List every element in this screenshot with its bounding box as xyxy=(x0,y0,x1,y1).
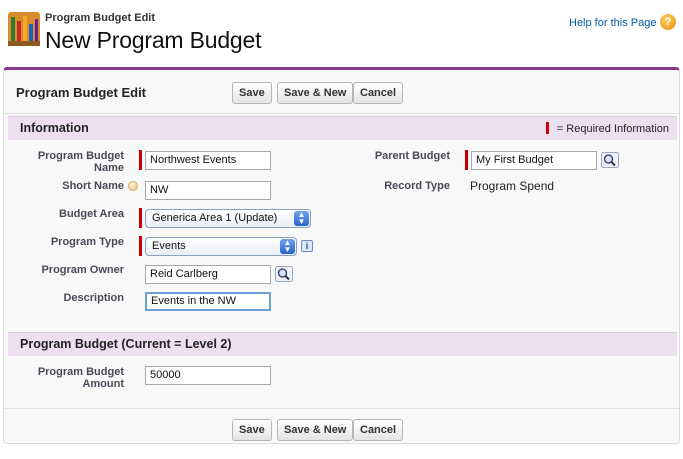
budget-area-label: Budget Area xyxy=(59,208,124,220)
required-indicator-name xyxy=(139,150,142,170)
help-hint-icon[interactable] xyxy=(128,181,138,191)
select-arrows-icon: ▲ ▼ xyxy=(280,239,295,254)
page-header: Program Budget Edit New Program Budget H… xyxy=(0,0,683,60)
lookup-icon[interactable] xyxy=(601,152,619,168)
lookup-icon[interactable] xyxy=(275,266,293,282)
help-icon[interactable]: ? xyxy=(660,14,676,30)
information-section-title: Information xyxy=(20,121,89,135)
description-label: Description xyxy=(63,292,124,304)
program-type-select[interactable]: Events ▲ ▼ xyxy=(145,237,297,256)
save-button-top[interactable]: Save xyxy=(232,82,272,104)
required-legend: = Required Information xyxy=(545,122,669,135)
breadcrumb: Program Budget Edit xyxy=(45,12,156,24)
required-indicator-budget-area xyxy=(139,208,142,228)
program-budget-amount-label-line1: Program Budget xyxy=(37,366,124,378)
save-new-button-bottom[interactable]: Save & New xyxy=(277,419,354,441)
description-input[interactable]: Events in the NW xyxy=(145,292,271,311)
program-type-value: Events xyxy=(152,240,186,252)
program-owner-label: Program Owner xyxy=(41,264,124,276)
program-type-label: Program Type xyxy=(50,236,124,248)
required-legend-text: = Required Information xyxy=(556,123,669,135)
program-budget-name-label-line1: Program Budget xyxy=(37,150,124,162)
save-new-button-top[interactable]: Save & New xyxy=(277,82,354,104)
program-budget-amount-input[interactable]: 50000 xyxy=(145,366,271,385)
short-name-input[interactable]: NW xyxy=(145,181,271,200)
save-button-bottom[interactable]: Save xyxy=(232,419,272,441)
budget-area-select[interactable]: Generica Area 1 (Update) ▲ ▼ xyxy=(145,209,311,228)
budget-section-header: Program Budget (Current = Level 2) xyxy=(8,332,677,356)
program-budget-name-label: Program Budget Name xyxy=(18,150,124,174)
short-name-label: Short Name xyxy=(62,180,124,192)
required-marker xyxy=(545,122,549,134)
parent-budget-input[interactable]: My First Budget xyxy=(471,151,597,170)
program-budget-amount-label-line2: Amount xyxy=(82,378,124,390)
cancel-button-top[interactable]: Cancel xyxy=(353,82,404,104)
edit-panel: Program Budget Edit Save Save & New Canc… xyxy=(3,67,680,444)
footer-divider xyxy=(4,408,679,409)
program-budget-app-icon xyxy=(8,12,40,46)
edit-title: Program Budget Edit xyxy=(16,85,147,100)
program-owner-input[interactable]: Reid Carlberg xyxy=(145,265,271,284)
record-type-label: Record Type xyxy=(384,180,450,192)
required-indicator-parent-budget xyxy=(465,150,468,170)
program-budget-amount-label: Program Budget Amount xyxy=(18,366,124,390)
budget-section-title: Program Budget (Current = Level 2) xyxy=(20,337,232,351)
required-indicator-program-type xyxy=(139,236,142,256)
parent-budget-label: Parent Budget xyxy=(374,150,450,162)
edit-header: Program Budget Edit Save Save & New Canc… xyxy=(4,70,679,114)
budget-area-value: Generica Area 1 (Update) xyxy=(152,212,278,224)
page-title: New Program Budget xyxy=(45,27,262,53)
info-icon[interactable]: i xyxy=(301,240,313,252)
program-budget-name-input[interactable]: Northwest Events xyxy=(145,151,271,170)
record-type-value: Program Spend xyxy=(470,179,555,193)
select-arrows-icon: ▲ ▼ xyxy=(294,211,309,226)
program-budget-name-label-line2: Name xyxy=(94,162,124,174)
cancel-button-bottom[interactable]: Cancel xyxy=(353,419,404,441)
help-link[interactable]: Help for this Page xyxy=(569,17,656,29)
information-section-header: Information = Required Information xyxy=(8,116,677,140)
